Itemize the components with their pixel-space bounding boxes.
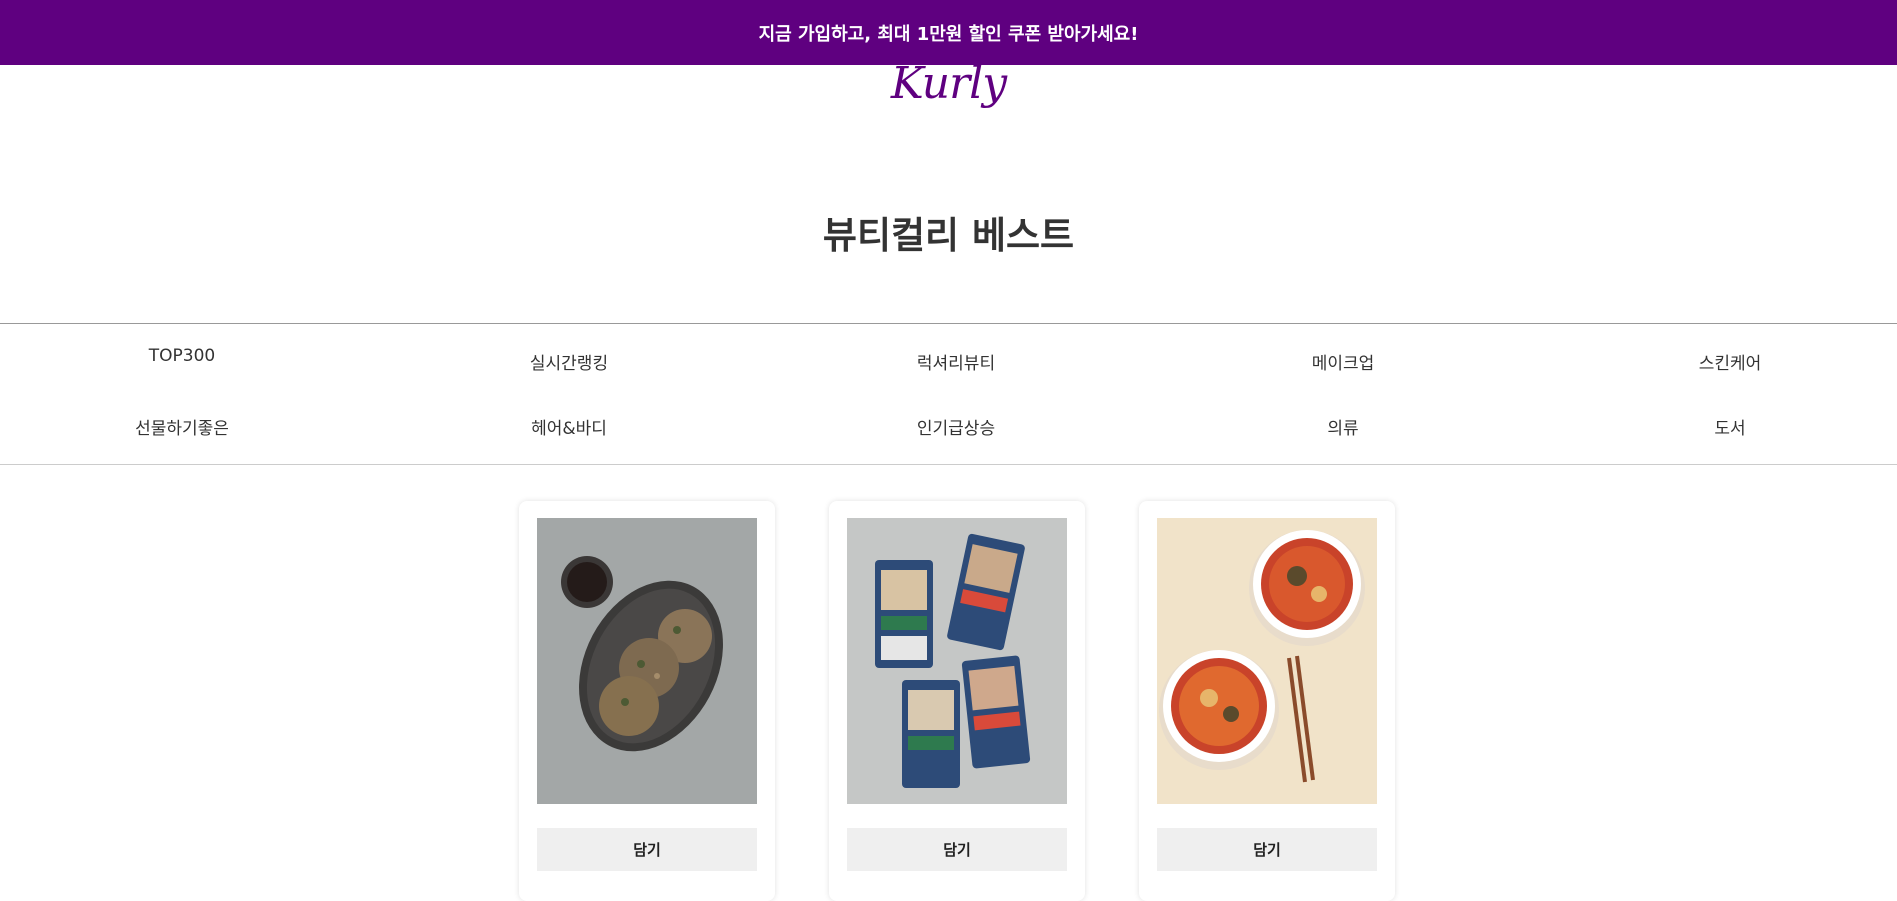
logo-text: Kurly — [890, 58, 1007, 109]
category-gift[interactable]: 선물하기좋은 — [72, 414, 292, 439]
product-card[interactable]: 담기 — [1139, 501, 1395, 901]
add-to-cart-label: 담기 — [943, 841, 971, 859]
packaged-fish-image — [847, 518, 1067, 804]
kurly-logo[interactable]: Kurly — [0, 58, 1897, 109]
promo-banner-text: 지금 가입하고, 최대 1만원 할인 쿠폰 받아가세요! — [758, 23, 1139, 45]
product-image[interactable] — [847, 518, 1067, 804]
category-realtime-ranking[interactable]: 실시간랭킹 — [459, 349, 679, 374]
promo-banner[interactable]: 지금 가입하고, 최대 1만원 할인 쿠폰 받아가세요! — [0, 0, 1897, 65]
category-makeup[interactable]: 메이크업 — [1233, 349, 1453, 374]
product-image[interactable] — [537, 518, 757, 804]
add-to-cart-label: 담기 — [1253, 841, 1281, 859]
add-to-cart-label: 담기 — [633, 841, 661, 859]
category-clothing[interactable]: 의류 — [1233, 414, 1453, 439]
add-to-cart-button[interactable]: 담기 — [537, 828, 757, 871]
category-top300[interactable]: TOP300 — [72, 346, 292, 366]
category-nav: TOP300 실시간랭킹 럭셔리뷰티 메이크업 스킨케어 선물하기좋은 헤어&바… — [0, 323, 1897, 465]
category-hair-body[interactable]: 헤어&바디 — [459, 414, 679, 439]
add-to-cart-button[interactable]: 담기 — [847, 828, 1067, 871]
add-to-cart-button[interactable]: 담기 — [1157, 828, 1377, 871]
product-card[interactable]: 담기 — [829, 501, 1085, 901]
page-title: 뷰티컬리 베스트 — [822, 214, 1075, 257]
category-luxury-beauty[interactable]: 럭셔리뷰티 — [846, 349, 1066, 374]
category-skincare[interactable]: 스킨케어 — [1620, 349, 1840, 374]
category-trending[interactable]: 인기급상승 — [846, 414, 1066, 439]
noodle-soup-image — [1157, 518, 1377, 804]
category-books[interactable]: 도서 — [1620, 414, 1840, 439]
meat-patties-image — [537, 518, 757, 804]
product-card[interactable]: 담기 — [519, 501, 775, 901]
product-image[interactable] — [1157, 518, 1377, 804]
